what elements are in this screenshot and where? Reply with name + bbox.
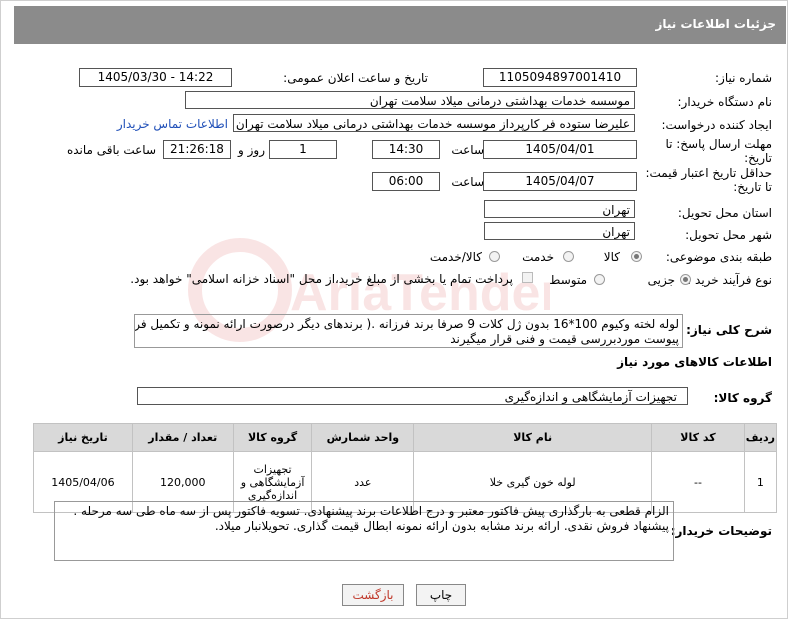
validity-date-field[interactable]: 1405/04/07 xyxy=(483,172,637,191)
page-header: جزئیات اطلاعات نیاز xyxy=(14,6,786,44)
cell-row: 1 xyxy=(743,451,778,513)
category-both-radio[interactable] xyxy=(489,251,500,262)
creator-label: ایجاد کننده درخواست: xyxy=(661,118,772,132)
cell-group-line-3: اندازه‌گیری xyxy=(247,488,298,502)
category-both-label: کالا/خدمت xyxy=(429,250,482,264)
col-header-name: نام کالا xyxy=(413,423,653,452)
deadline-label: مهلت ارسال پاسخ: تا تاریخ: xyxy=(665,137,772,165)
goods-group-field[interactable]: تجهیزات آزمایشگاهی و اندازه‌گیری xyxy=(137,387,688,405)
cell-group-line-1: تجهیزات xyxy=(253,462,292,476)
goods-table-header-row: ردیف کد کالا نام کالا واحد شمارش گروه کا… xyxy=(33,423,778,452)
city-field[interactable]: تهران xyxy=(484,222,635,240)
description-label: شرح کلی نیاز: xyxy=(686,323,772,337)
need-number-field[interactable]: 1105094897001410 xyxy=(483,68,637,87)
col-header-unit: واحد شمارش xyxy=(311,423,415,452)
print-button[interactable]: چاپ xyxy=(416,584,466,606)
validity-time-field[interactable]: 06:00 xyxy=(372,172,440,191)
process-medium-radio[interactable] xyxy=(594,274,605,285)
contact-buyer-link[interactable]: اطلاعات تماس خریدار xyxy=(117,117,228,131)
category-label: طبقه بندی موضوعی: xyxy=(665,250,772,264)
deadline-time-label: ساعت xyxy=(451,143,484,157)
category-goods-radio[interactable] xyxy=(631,251,642,262)
treasury-payment-note: پرداخت تمام یا بخشی از مبلغ خرید،از محل … xyxy=(130,272,513,286)
category-goods-label: کالا xyxy=(603,250,620,264)
description-line-1: لوله لخته وکیوم 100*16 بدون ژل کلات 9 صر… xyxy=(134,317,679,331)
description-textarea[interactable]: لوله لخته وکیوم 100*16 بدون ژل کلات 9 صر… xyxy=(134,314,683,348)
process-minor-radio[interactable] xyxy=(680,274,691,285)
process-minor-label: جزیی xyxy=(647,273,675,287)
buyer-org-field[interactable]: موسسه خدمات بهداشتی درمانی میلاد سلامت ت… xyxy=(185,91,635,109)
col-header-row: ردیف xyxy=(743,423,778,452)
deadline-date-field[interactable]: 1405/04/01 xyxy=(483,140,637,159)
buyer-notes-label: توضیحات خریدار: xyxy=(670,524,772,538)
need-number-label: شماره نیاز: xyxy=(715,71,772,85)
back-button[interactable]: بازگشت xyxy=(342,584,404,606)
buyer-org-label: نام دستگاه خریدار: xyxy=(677,95,773,109)
col-header-code: کد کالا xyxy=(651,423,745,452)
announce-label: تاریخ و ساعت اعلان عمومی: xyxy=(283,71,428,85)
col-header-qty: تعداد / مقدار xyxy=(131,423,234,452)
col-header-date: تاریخ نیاز xyxy=(33,423,133,452)
category-service-label: خدمت xyxy=(522,250,554,264)
province-field[interactable]: تهران xyxy=(484,200,635,218)
page-title: جزئیات اطلاعات نیاز xyxy=(655,17,776,31)
description-line-2: پیوست موردبررسی قیمت و فنی قرار میگیرند xyxy=(450,332,679,346)
process-medium-label: متوسط xyxy=(549,273,587,287)
validity-time-label: ساعت xyxy=(451,175,484,189)
buyer-notes-textarea[interactable]: الزام قطعی به بارگذاری پیش فاکتور معتبر … xyxy=(54,501,674,561)
remaining-time-label: ساعت باقی مانده xyxy=(66,143,156,157)
days-label: روز و xyxy=(238,143,265,157)
col-header-group: گروه کالا xyxy=(232,423,313,452)
goods-table: ردیف کد کالا نام کالا واحد شمارش گروه کا… xyxy=(33,423,778,513)
cell-group-line-2: آزمایشگاهی و xyxy=(240,475,305,489)
announce-field[interactable]: 1405/03/30 - 14:22 xyxy=(79,68,232,87)
category-service-radio[interactable] xyxy=(563,251,574,262)
remaining-time-field[interactable]: 21:26:18 xyxy=(163,140,231,159)
creator-field[interactable]: علیرضا ستوده فر کارپرداز موسسه خدمات بهد… xyxy=(233,114,635,132)
buyer-notes-line-1: الزام قطعی به بارگذاری پیش فاکتور معتبر … xyxy=(73,504,669,518)
buyer-notes-line-2: پیشنهاد فروش نقدی. ارائه برند مشابه بدون… xyxy=(214,519,669,533)
province-label: استان محل تحویل: xyxy=(677,206,772,220)
validity-label: حداقل تاریخ اعتبار قیمت: تا تاریخ: xyxy=(645,166,772,194)
deadline-time-field[interactable]: 14:30 xyxy=(372,140,440,159)
city-label: شهر محل تحویل: xyxy=(685,228,772,242)
goods-group-label: گروه کالا: xyxy=(713,391,772,405)
days-field[interactable]: 1 xyxy=(269,140,337,159)
goods-info-title: اطلاعات کالاهای مورد نیاز xyxy=(617,355,772,369)
process-label: نوع فرآیند خرید : xyxy=(687,273,772,287)
treasury-payment-checkbox[interactable] xyxy=(522,272,533,283)
